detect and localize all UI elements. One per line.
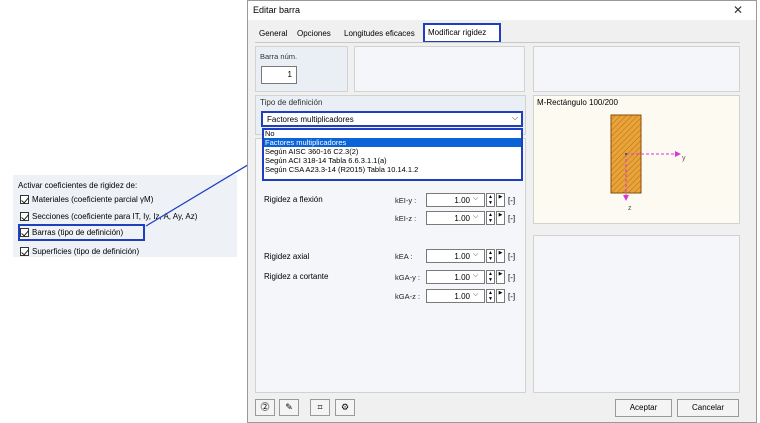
- unit-label: [-]: [508, 292, 516, 301]
- spinner-icon[interactable]: ▲ ▼: [486, 289, 495, 303]
- unit-label: [-]: [508, 252, 516, 261]
- chevron-down-icon[interactable]: ⌵: [512, 113, 518, 123]
- unit-label: [-]: [508, 273, 516, 282]
- tab-opciones[interactable]: Opciones: [294, 27, 334, 41]
- activation-title: Activar coeficientes de rigidez de:: [18, 181, 138, 190]
- arrow-right-icon[interactable]: ▶: [496, 211, 505, 225]
- top-middle-panel: [354, 46, 525, 92]
- section-drawing: [610, 114, 681, 201]
- dialog-titlebar: [248, 1, 756, 20]
- unit-label: [-]: [508, 196, 516, 205]
- checkbox-row-materiales[interactable]: Materiales (coeficiente parcial γM): [20, 193, 153, 205]
- chevron-down-icon[interactable]: ⌵: [473, 213, 478, 221]
- axial-stiffness-label: Rigidez axial: [264, 252, 310, 261]
- checkbox-superficies[interactable]: [20, 246, 29, 256]
- flexural-stiffness-label: Rigidez a flexión: [264, 195, 323, 204]
- k-ea-label: kEA :: [395, 252, 413, 261]
- barra-num-label: Barra núm.: [260, 52, 298, 61]
- dropdown-option-aci[interactable]: Según ACI 318-14 Tabla 6.6.3.1.1(a): [264, 156, 521, 165]
- settings-icon[interactable]: ⚙: [335, 399, 355, 416]
- spinner-icon[interactable]: ▲ ▼: [486, 270, 495, 284]
- tab-longitudes[interactable]: Longitudes eficaces: [341, 27, 418, 41]
- shear-stiffness-label: Rigidez a cortante: [264, 272, 329, 281]
- barra-num-field[interactable]: 1: [261, 66, 297, 84]
- info-panel: [533, 235, 740, 393]
- unit-label: [-]: [508, 214, 516, 223]
- checkbox-label-materiales: Materiales (coeficiente parcial γM): [32, 194, 154, 204]
- ok-button[interactable]: Aceptar: [615, 399, 672, 417]
- axis-z-label: z: [628, 205, 632, 212]
- checkbox-row-superficies[interactable]: Superficies (tipo de definición): [20, 245, 139, 257]
- section-name: M-Rectángulo 100/200: [537, 98, 618, 107]
- chevron-down-icon[interactable]: ⌵: [473, 272, 478, 280]
- chevron-down-icon[interactable]: ⌵: [473, 291, 478, 299]
- chevron-down-icon[interactable]: ⌵: [473, 195, 478, 203]
- help-icon[interactable]: ⓶: [255, 399, 275, 416]
- definition-type-select[interactable]: Factores multiplicadores: [261, 111, 523, 127]
- top-right-panel: [533, 46, 740, 92]
- dropdown-option-no[interactable]: No: [264, 129, 521, 138]
- checkbox-label-superficies: Superficies (tipo de definición): [32, 246, 140, 256]
- arrow-right-icon[interactable]: ▶: [496, 249, 505, 263]
- connector-arrow: [145, 156, 262, 227]
- k-ga-y-label: kGA-y :: [395, 273, 421, 282]
- units-icon[interactable]: ⌗: [310, 399, 330, 416]
- spinner-icon[interactable]: ▲ ▼: [486, 249, 495, 263]
- tab-modificar-rigidez[interactable]: Modificar rigidez: [423, 23, 501, 43]
- barras-highlight-frame: [18, 224, 145, 241]
- k-ga-z-label: kGA-z :: [395, 292, 421, 301]
- chevron-down-icon[interactable]: ⌵: [473, 251, 478, 259]
- tab-general[interactable]: General: [256, 27, 290, 41]
- arrow-right-icon[interactable]: ▶: [496, 289, 505, 303]
- definition-type-label: Tipo de definición: [260, 98, 323, 107]
- dropdown-option-aisc[interactable]: Según AISC 360-16 C2.3(2): [264, 147, 521, 156]
- spinner-icon[interactable]: ▲ ▼: [486, 211, 495, 225]
- dropdown-option-csa[interactable]: Según CSA A23.3-14 (R2015) Tabla 10.14.1…: [264, 165, 521, 174]
- cancel-button[interactable]: Cancelar: [677, 399, 739, 417]
- dropdown-option-factores[interactable]: Factores multiplicadores: [264, 138, 521, 147]
- k-ei-z-label: kEI-z :: [395, 214, 417, 223]
- arrow-right-icon[interactable]: ▶: [496, 193, 505, 207]
- tabs-divider: [255, 42, 740, 43]
- checkbox-materiales[interactable]: [20, 194, 29, 204]
- k-ei-y-label: kEI-y :: [395, 196, 417, 205]
- dialog-title: Editar barra: [253, 5, 301, 15]
- close-icon[interactable]: ✕: [733, 3, 743, 17]
- checkbox-secciones[interactable]: [20, 211, 29, 221]
- spinner-icon[interactable]: ▲ ▼: [486, 193, 495, 207]
- axis-y-label: y: [682, 155, 686, 162]
- arrow-right-icon[interactable]: ▶: [496, 270, 505, 284]
- edit-icon[interactable]: ✎: [279, 399, 299, 416]
